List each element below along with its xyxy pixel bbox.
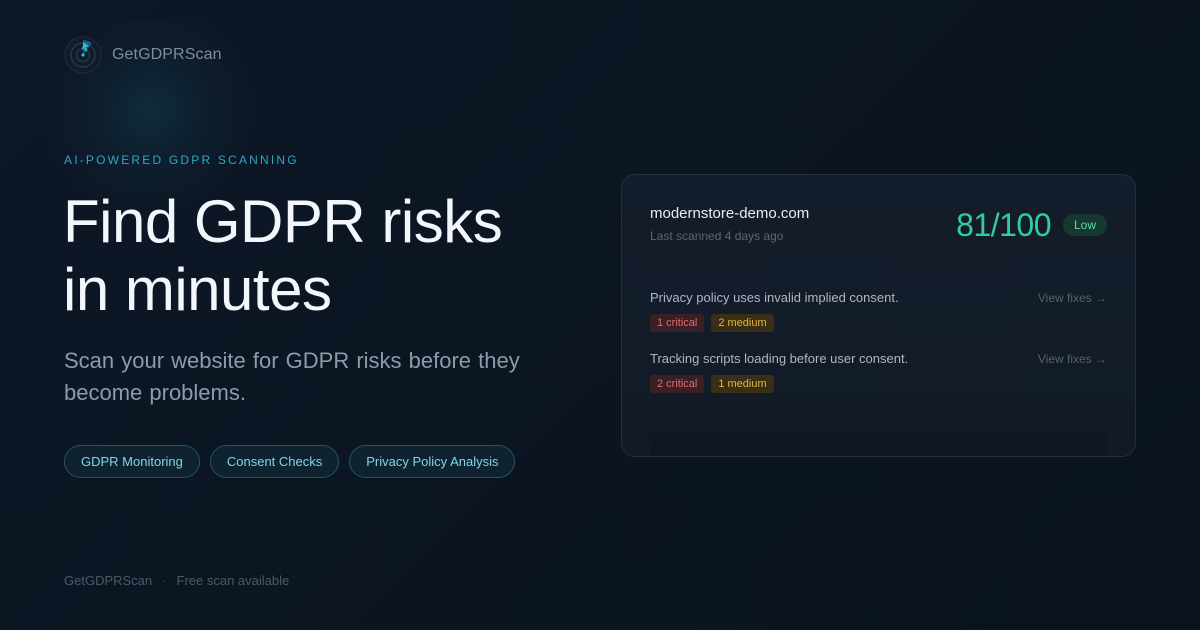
issue-item: Privacy policy uses invalid implied cons… xyxy=(650,290,1107,332)
page-title: Find GDPR risks in minutes xyxy=(63,188,583,324)
brand[interactable]: GetGDPRScan xyxy=(64,36,222,74)
scan-result-card: modernstore-demo.com Last scanned 4 days… xyxy=(621,174,1136,457)
chip-consent-checks[interactable]: Consent Checks xyxy=(209,445,340,478)
compliance-score: 81/100 xyxy=(956,207,1051,243)
risk-level-badge: Low xyxy=(1062,214,1107,236)
radar-icon xyxy=(64,36,102,74)
chip-privacy-policy-analysis[interactable]: Privacy Policy Analysis xyxy=(349,445,516,478)
footer: GetGDPRScan · Free scan available xyxy=(64,573,289,588)
issue-severity-tags: 2 critical 1 medium xyxy=(650,375,1107,393)
footer-separator: · xyxy=(162,573,167,588)
headline-line-1: Find GDPR risks xyxy=(63,188,503,255)
medium-count-badge: 2 medium xyxy=(711,314,774,332)
feature-chips: GDPR Monitoring Consent Checks Privacy P… xyxy=(64,445,516,478)
issue-severity-tags: 1 critical 2 medium xyxy=(650,314,1107,332)
view-fixes-link[interactable]: View fixes → xyxy=(1038,352,1107,366)
last-scanned-text: Last scanned 4 days ago xyxy=(650,229,784,243)
headline-line-2: in minutes xyxy=(63,256,332,323)
issue-item: Tracking scripts loading before user con… xyxy=(650,351,1107,393)
chip-gdpr-monitoring[interactable]: GDPR Monitoring xyxy=(64,445,200,478)
subheadline: Scan your website for GDPR risks before … xyxy=(64,348,520,405)
footer-brand[interactable]: GetGDPRScan xyxy=(64,573,152,588)
critical-count-badge: 2 critical xyxy=(650,375,705,393)
faded-issue-placeholder xyxy=(650,415,1107,455)
medium-count-badge: 1 medium xyxy=(711,375,774,393)
footer-note: Free scan available xyxy=(176,573,290,588)
view-fixes-link[interactable]: View fixes → xyxy=(1038,291,1107,305)
score-block: 81/100 Low xyxy=(956,205,1107,245)
eyebrow-label: AI-POWERED GDPR SCANNING xyxy=(64,153,299,167)
brand-name: GetGDPRScan xyxy=(112,46,222,63)
scanned-domain: modernstore-demo.com xyxy=(650,205,810,222)
critical-count-badge: 1 critical xyxy=(650,314,705,332)
